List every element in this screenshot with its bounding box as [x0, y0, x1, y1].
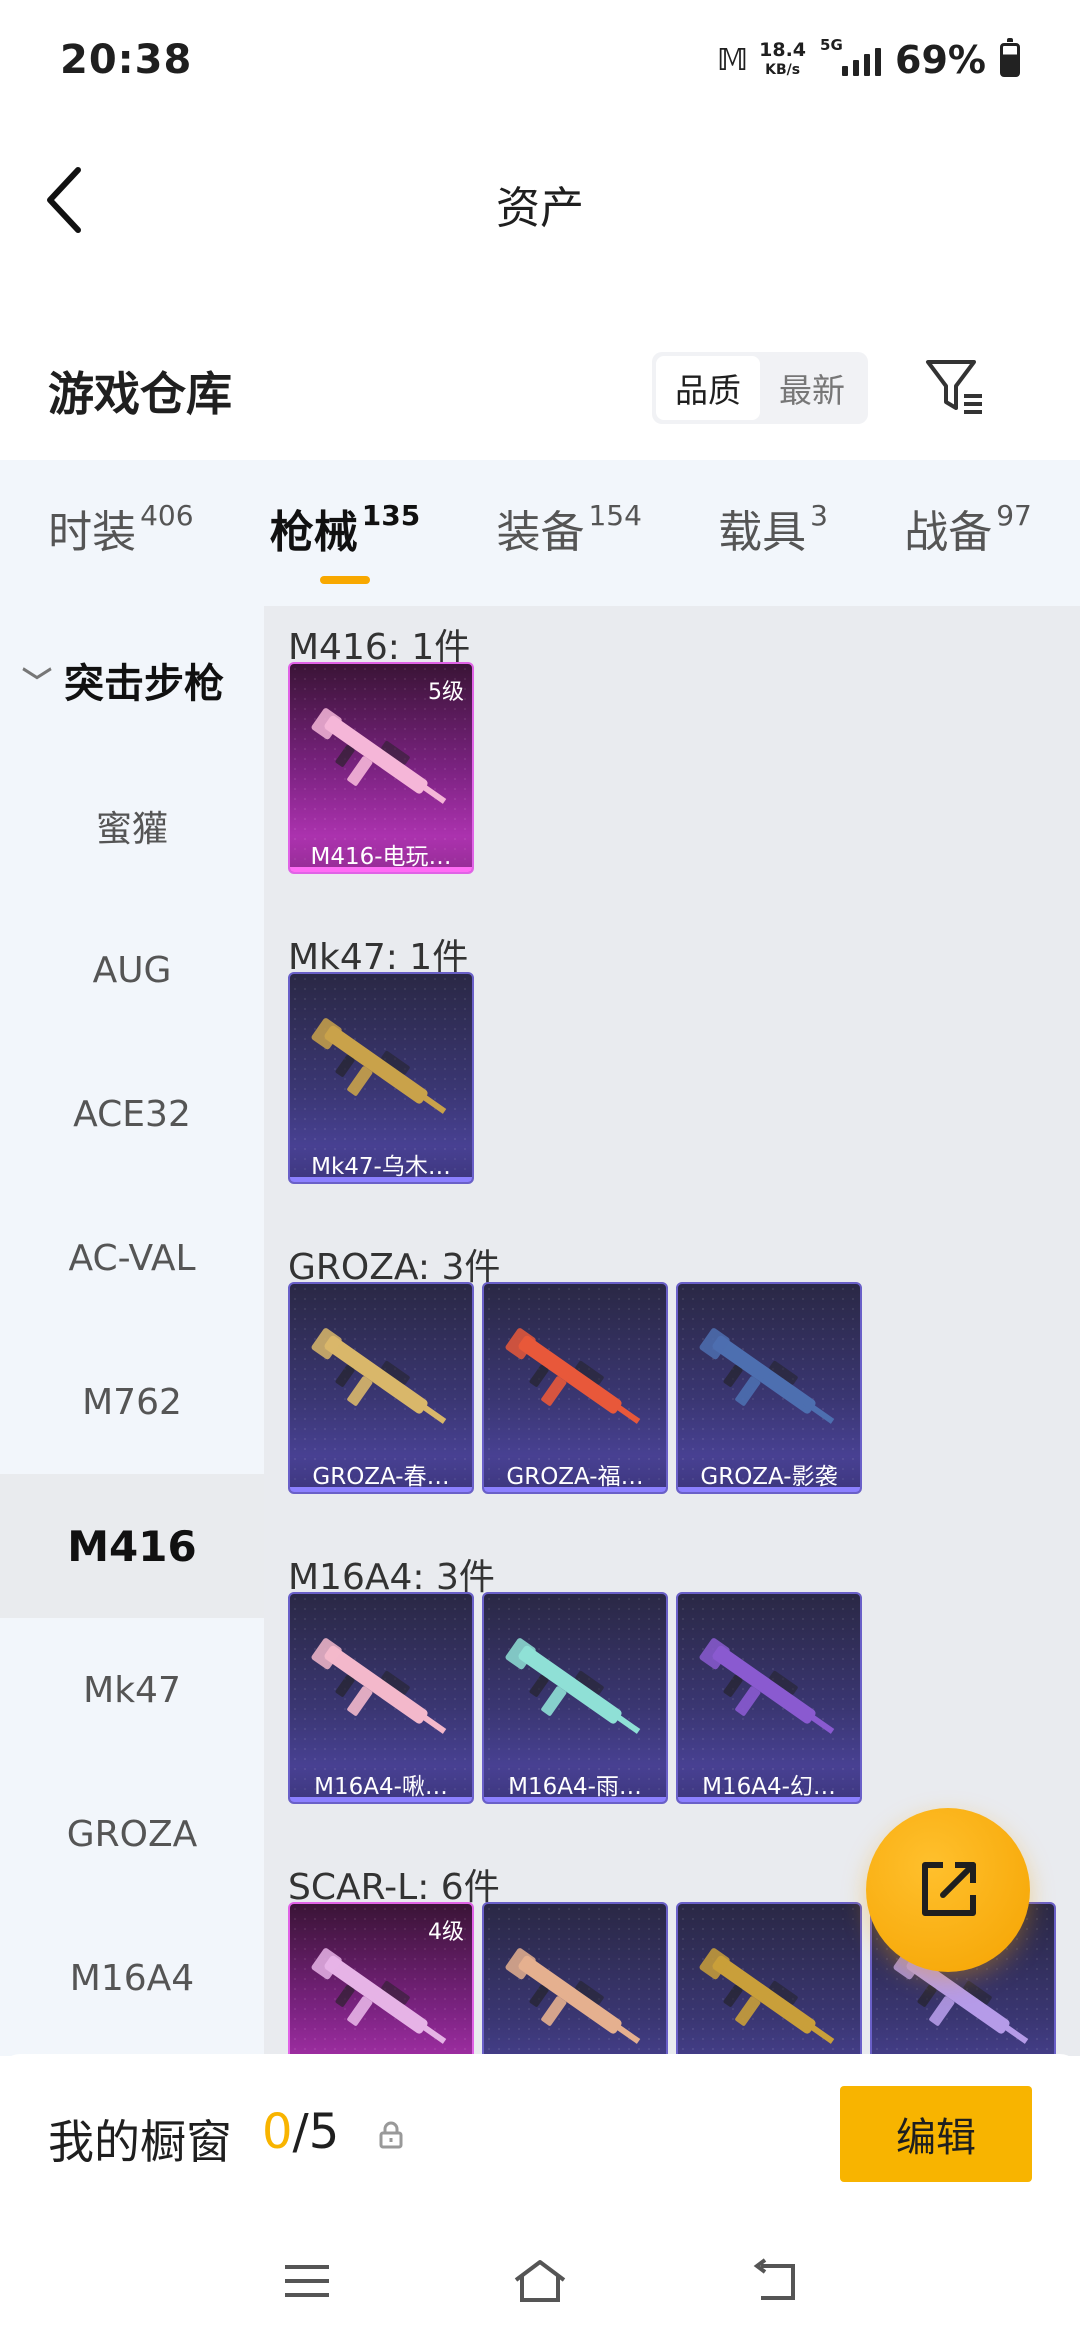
nav-back-button[interactable] — [743, 2256, 803, 2306]
weapon-card[interactable]: GROZA-福… — [482, 1282, 668, 1494]
app-header: 资产 — [0, 120, 1080, 280]
sidebar-item-aug[interactable]: AUG — [0, 898, 264, 1042]
rifle-icon — [505, 1638, 641, 1734]
sidebar-item-mk47[interactable]: Mk47 — [0, 1618, 264, 1762]
network-logo-icon: 𝕄 — [716, 42, 748, 78]
rifle-icon — [311, 1328, 447, 1424]
weapon-card[interactable]: Mk47-乌木… — [288, 972, 474, 1184]
card-tier-bar — [484, 1487, 666, 1492]
share-button[interactable] — [866, 1808, 1030, 1972]
card-tier-bar — [290, 1797, 472, 1802]
card-tier-bar — [678, 1487, 860, 1492]
weapon-card[interactable]: GROZA-影袭 — [676, 1282, 862, 1494]
card-tier-bar — [484, 1797, 666, 1802]
status-bar: 20:38 𝕄 18.4 KB/s 5G 69% — [0, 0, 1080, 120]
sort-newest-option[interactable]: 最新 — [760, 356, 864, 420]
showcase-title: 我的橱窗 — [48, 2115, 232, 2169]
card-level: 5级 — [428, 680, 464, 705]
nav-home-button[interactable] — [510, 2256, 570, 2306]
sort-quality-option[interactable]: 品质 — [656, 356, 760, 420]
weapon-card[interactable] — [676, 1902, 862, 2056]
card-tier-bar — [290, 1177, 472, 1182]
rifle-icon — [311, 1948, 447, 2044]
sidebar-item-groza[interactable]: GROZA — [0, 1762, 264, 1906]
tab-equipment[interactable]: 装备 154 — [496, 496, 641, 570]
rifle-icon — [505, 1328, 641, 1424]
weapon-card[interactable]: GROZA-春… — [288, 1282, 474, 1494]
card-tier-bar — [678, 1797, 860, 1802]
sidebar-category-header[interactable]: ﹀ 突击步枪 — [0, 606, 264, 754]
menu-icon — [284, 2265, 329, 2297]
rifle-icon — [505, 1948, 641, 2044]
rifle-icon — [311, 1638, 447, 1734]
showcase-bar: 我的橱窗 0/5 编辑 — [0, 2054, 1080, 2218]
rifle-icon — [699, 1328, 835, 1424]
filter-button[interactable] — [922, 354, 988, 420]
weapon-card[interactable]: M16A4-幻… — [676, 1592, 862, 1804]
rifle-icon — [699, 1948, 835, 2044]
card-tier-bar — [290, 867, 472, 872]
lock-icon — [379, 2121, 403, 2149]
showcase-count: 0/5 — [262, 2104, 340, 2160]
warehouse-title: 游戏仓库 — [48, 367, 232, 421]
sidebar-item-honey-badger[interactable]: 蜜獾 — [0, 754, 264, 898]
sidebar-item-m762[interactable]: M762 — [0, 1330, 264, 1474]
card-level: 4级 — [428, 1920, 464, 1945]
category-tabs: 时装 406 枪械 135 装备 154 载具 3 战备 97 — [0, 460, 1080, 606]
tab-supplies[interactable]: 战备 97 — [904, 496, 1032, 570]
home-icon — [514, 2260, 566, 2302]
signal-icon: 5G — [820, 36, 882, 76]
chevron-down-icon: ﹀ — [22, 666, 52, 701]
weapon-sidebar: ﹀ 突击步枪 蜜獾 AUG ACE32 AC-VAL M762 M416 Mk4… — [0, 606, 264, 2056]
tab-active-indicator — [319, 576, 370, 584]
status-time: 20:38 — [60, 37, 193, 83]
weapon-card[interactable]: 4级 — [288, 1902, 474, 2056]
tab-weapons[interactable]: 枪械 135 — [270, 496, 420, 584]
system-nav-bar — [0, 2218, 1080, 2344]
card-tier-bar — [290, 1487, 472, 1492]
weapon-card[interactable] — [482, 1902, 668, 2056]
nav-menu-button[interactable] — [277, 2256, 337, 2306]
rifle-icon — [311, 1018, 447, 1114]
rifle-icon — [699, 1638, 835, 1734]
tab-vehicles[interactable]: 载具 3 — [718, 496, 828, 570]
battery-icon — [1000, 38, 1020, 77]
share-icon — [922, 1862, 976, 1916]
tab-fashion[interactable]: 时装 406 — [48, 496, 193, 570]
weapon-card[interactable]: 5级 M416-电玩… — [288, 662, 474, 874]
sidebar-item-m416[interactable]: M416 — [0, 1474, 264, 1618]
weapon-card[interactable]: M16A4-雨… — [482, 1592, 668, 1804]
sidebar-item-m16a4[interactable]: M16A4 — [0, 1906, 264, 2050]
network-speed: 18.4 KB/s — [759, 39, 807, 78]
filter-icon — [926, 360, 982, 414]
edit-button[interactable]: 编辑 — [840, 2086, 1032, 2182]
sidebar-item-ace32[interactable]: ACE32 — [0, 1042, 264, 1186]
rifle-icon — [311, 708, 447, 804]
page-title: 资产 — [496, 183, 584, 234]
sort-toggle: 品质 最新 — [652, 352, 868, 424]
battery-percent: 69% — [895, 38, 986, 82]
sidebar-item-ac-val[interactable]: AC-VAL — [0, 1186, 264, 1330]
status-icons: 𝕄 18.4 KB/s 5G 69% — [716, 36, 1020, 82]
weapon-card[interactable]: M16A4-啾… — [288, 1592, 474, 1804]
return-icon — [753, 2258, 796, 2300]
